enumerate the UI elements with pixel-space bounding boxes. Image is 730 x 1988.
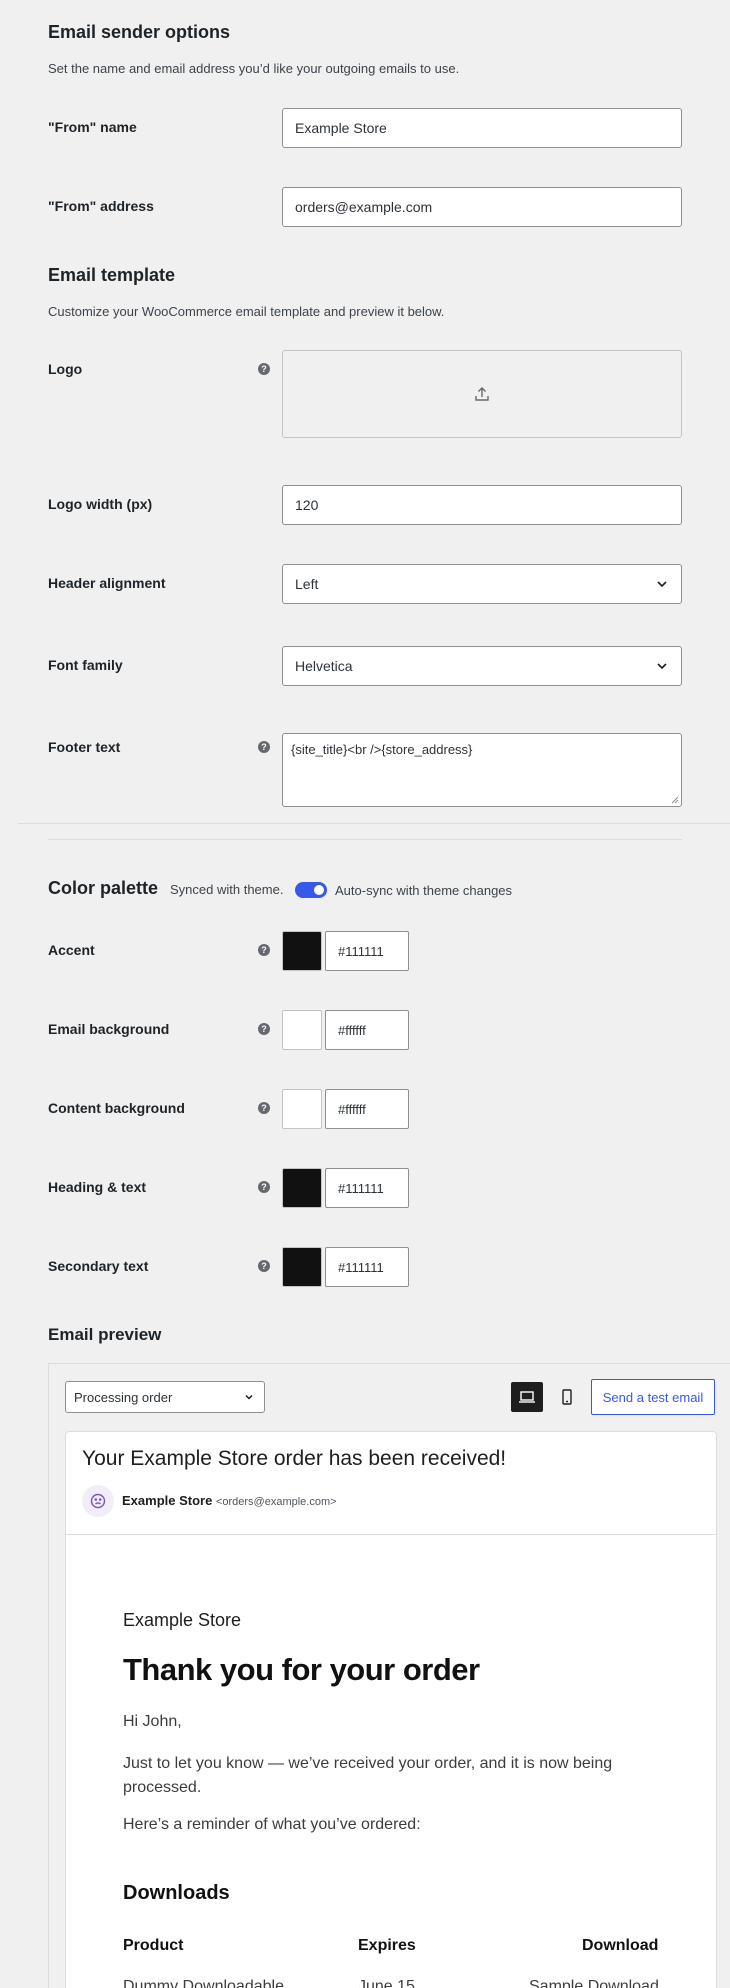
email-sender-line: Example Store <orders@example.com> [122,1493,337,1508]
sender-avatar [82,1485,114,1517]
email-background-hex-value: #ffffff [338,1022,366,1038]
section-divider [48,839,682,840]
email-background-color-swatch[interactable] [282,1010,322,1050]
accent-hex-input[interactable]: #111111 [325,931,409,971]
content-background-color-swatch[interactable] [282,1089,322,1129]
email-heading: Thank you for your order [123,1652,480,1687]
heading-text-color-swatch[interactable] [282,1168,322,1208]
auto-sync-toggle[interactable] [295,882,327,898]
downloads-column-download: Download [582,1937,659,1954]
template-section-description: Customize your WooCommerce email templat… [48,304,445,319]
color-label-email-background: Email background [48,1021,170,1037]
email-downloads-title: Downloads [123,1882,230,1904]
mobile-view-button[interactable] [551,1382,583,1412]
header-alignment-value: Left [295,576,319,592]
footer-text-value: {site_title}<br />{store_address} [291,742,473,757]
color-label-heading-text: Heading & text [48,1179,147,1195]
send-test-email-button[interactable]: Send a test email [591,1379,715,1415]
logo-width-input[interactable]: 120 [282,485,682,525]
font-family-value: Helvetica [295,658,353,674]
upload-icon [475,387,489,401]
secondary-text-hex-value: #111111 [338,1259,384,1275]
footer-text-textarea[interactable]: {site_title}<br />{store_address} [282,733,682,807]
footer-text-help-icon[interactable]: ? [258,741,270,753]
email-background-hex-input[interactable]: #ffffff [325,1010,409,1050]
downloads-cell-link[interactable]: Sample Download [529,1978,659,1988]
from-name-input[interactable]: Example Store [282,108,682,148]
downloads-column-product: Product [123,1937,184,1954]
color-label-secondary-text: Secondary text [48,1258,149,1274]
chevron-down-icon [657,663,667,670]
toggle-knob [314,885,324,895]
chevron-down-icon [245,1394,253,1400]
email-subject: Your Example Store order has been receiv… [82,1447,507,1470]
color-label-content-background: Content background [48,1100,185,1116]
font-family-label: Font family [48,657,123,673]
chevron-down-icon [657,581,667,588]
downloads-column-expires: Expires [358,1937,416,1954]
logo-width-label: Logo width (px) [48,496,153,512]
secondary-text-help-icon[interactable]: ? [258,1260,270,1272]
content-background-help-icon[interactable]: ? [258,1102,270,1114]
downloads-cell-product: Dummy Downloadable [123,1978,284,1988]
from-name-value: Example Store [295,120,387,136]
content-background-hex-input[interactable]: #ffffff [325,1089,409,1129]
accent-color-swatch[interactable] [282,931,322,971]
logo-label: Logo [48,361,83,377]
accent-help-icon[interactable]: ? [258,944,270,956]
secondary-text-color-swatch[interactable] [282,1247,322,1287]
email-sender-address: <orders@example.com> [215,1496,337,1508]
from-address-value: orders@example.com [295,199,433,215]
from-name-label: "From" name [48,119,137,135]
resize-handle-icon[interactable] [671,796,679,804]
from-address-label: "From" address [48,198,154,214]
preview-section-title: Email preview [48,1325,162,1344]
sender-section-description: Set the name and email address you’d lik… [48,61,460,76]
email-header-divider [66,1534,716,1535]
email-type-select[interactable]: Processing order [65,1381,265,1413]
logo-width-value: 120 [295,497,319,513]
email-greeting: Hi John, [123,1713,182,1730]
content-background-hex-value: #ffffff [338,1101,366,1117]
desktop-view-button[interactable] [511,1382,543,1412]
from-address-input[interactable]: orders@example.com [282,187,682,227]
heading-text-help-icon[interactable]: ? [258,1181,270,1193]
palette-section-title: Color palette [48,878,159,898]
heading-text-hex-value: #111111 [338,1180,384,1196]
section-divider [18,823,730,824]
palette-synced-text: Synced with theme. [170,882,284,897]
laptop-icon [519,1391,535,1403]
header-alignment-select[interactable]: Left [282,564,682,604]
email-store-name: Example Store [123,1610,242,1630]
logo-upload-dropzone[interactable] [282,350,682,438]
logo-help-icon[interactable]: ? [258,363,270,375]
heading-text-hex-input[interactable]: #111111 [325,1168,409,1208]
downloads-cell-expires: June 15 [358,1978,415,1988]
mobile-icon [562,1389,572,1405]
email-body-text: Just to let you know — we’ve received yo… [123,1755,613,1796]
email-background-help-icon[interactable]: ? [258,1023,270,1035]
template-section-title: Email template [48,265,176,285]
color-label-accent: Accent [48,942,95,958]
email-sender-name: Example Store [122,1493,213,1508]
auto-sync-label: Auto-sync with theme changes [335,883,513,898]
header-alignment-label: Header alignment [48,575,166,591]
font-family-select[interactable]: Helvetica [282,646,682,686]
accent-hex-value: #111111 [338,943,384,959]
sender-section-title: Email sender options [48,22,231,42]
send-test-email-label: Send a test email [602,1389,704,1405]
footer-text-label: Footer text [48,739,121,755]
secondary-text-hex-input[interactable]: #111111 [325,1247,409,1287]
email-type-value: Processing order [74,1389,173,1405]
store-avatar-icon [90,1493,106,1509]
email-reminder-text: Here’s a reminder of what you’ve ordered… [123,1816,421,1833]
